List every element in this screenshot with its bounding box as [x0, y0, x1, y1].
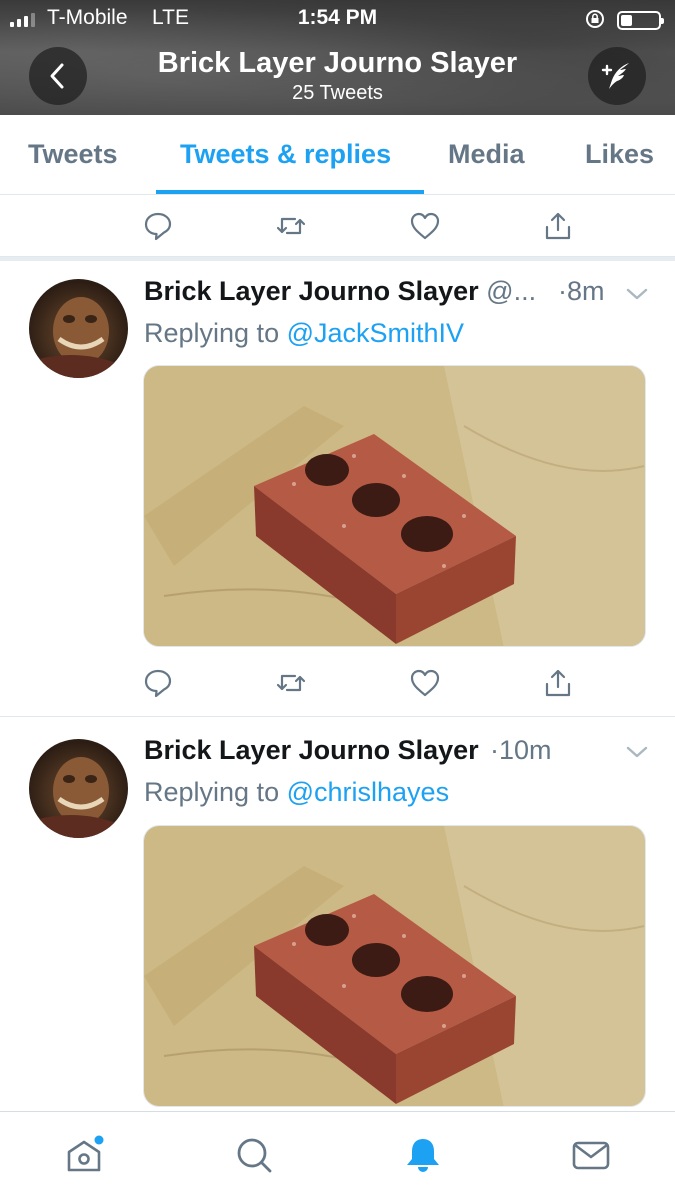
like-icon — [410, 212, 440, 240]
compose-tweet-icon — [601, 63, 629, 89]
active-tab-indicator — [156, 190, 424, 194]
nav-notifications[interactable] — [402, 1134, 444, 1176]
avatar[interactable] — [29, 739, 128, 838]
share-icon — [545, 669, 571, 697]
tab-tweets[interactable]: Tweets — [28, 139, 118, 170]
avatar-image — [29, 297, 128, 378]
reply-button[interactable] — [142, 210, 174, 242]
search-icon — [237, 1138, 272, 1173]
like-icon — [410, 669, 440, 697]
home-icon — [67, 1135, 104, 1172]
tweet-author-name[interactable]: Brick Layer Journo Slayer @... — [144, 276, 536, 307]
chevron-down-icon[interactable] — [624, 739, 650, 765]
status-time: 1:54 PM — [297, 6, 378, 29]
retweet-button[interactable] — [275, 210, 307, 242]
tweet-media-image[interactable] — [143, 825, 646, 1107]
reply-button[interactable] — [142, 667, 174, 699]
nav-search[interactable] — [233, 1134, 275, 1176]
messages-icon — [572, 1141, 610, 1170]
tweet-count: 25 Tweets — [292, 82, 383, 104]
nav-home[interactable] — [63, 1134, 105, 1176]
bottom-navigation — [0, 1111, 675, 1200]
nav-messages[interactable] — [570, 1134, 612, 1176]
profile-header: T-Mobile LTE 1:54 PM Brick Layer Journo … — [0, 0, 675, 115]
reply-icon — [144, 212, 172, 241]
share-button[interactable] — [542, 667, 574, 699]
brick-image — [144, 366, 645, 646]
share-button[interactable] — [542, 210, 574, 242]
compose-tweet-button[interactable] — [588, 47, 646, 105]
tweet-timestamp: ·10m — [490, 735, 552, 765]
share-icon — [545, 212, 571, 240]
tweet-actions — [0, 196, 675, 256]
mention-link[interactable]: @JackSmithIV — [287, 318, 464, 348]
avatar-image — [29, 757, 128, 838]
brick-image — [144, 826, 645, 1106]
tweet-author-handle: @... — [486, 276, 537, 306]
replying-to-line: Replying to @chrislhayes — [144, 777, 450, 807]
avatar[interactable] — [29, 279, 128, 378]
profile-name-title: Brick Layer Journo Slayer — [157, 47, 518, 79]
tweet-actions — [0, 653, 675, 713]
tab-tweets-and-replies[interactable]: Tweets & replies — [180, 139, 391, 170]
notifications-icon — [407, 1139, 439, 1172]
replying-to-line: Replying to @JackSmithIV — [144, 318, 465, 348]
tab-media[interactable]: Media — [448, 139, 525, 170]
tweet-timestamp: ·8m — [558, 276, 605, 306]
rotation-lock-icon — [586, 10, 604, 28]
tweet-author-name[interactable]: Brick Layer Journo Slayer — [144, 735, 479, 766]
chevron-down-icon[interactable] — [624, 281, 650, 307]
status-bar: T-Mobile LTE 1:54 PM — [0, 4, 675, 34]
like-button[interactable] — [409, 210, 441, 242]
retweet-icon — [276, 674, 306, 692]
retweet-button[interactable] — [275, 667, 307, 699]
battery-icon — [617, 11, 664, 30]
like-button[interactable] — [409, 667, 441, 699]
reply-icon — [144, 669, 172, 698]
retweet-icon — [276, 217, 306, 235]
mention-link[interactable]: @chrislhayes — [287, 777, 449, 807]
tweet-media-image[interactable] — [143, 365, 646, 647]
profile-tabs: Tweets Tweets & replies Media Likes — [0, 115, 675, 195]
tab-likes[interactable]: Likes — [585, 139, 654, 170]
